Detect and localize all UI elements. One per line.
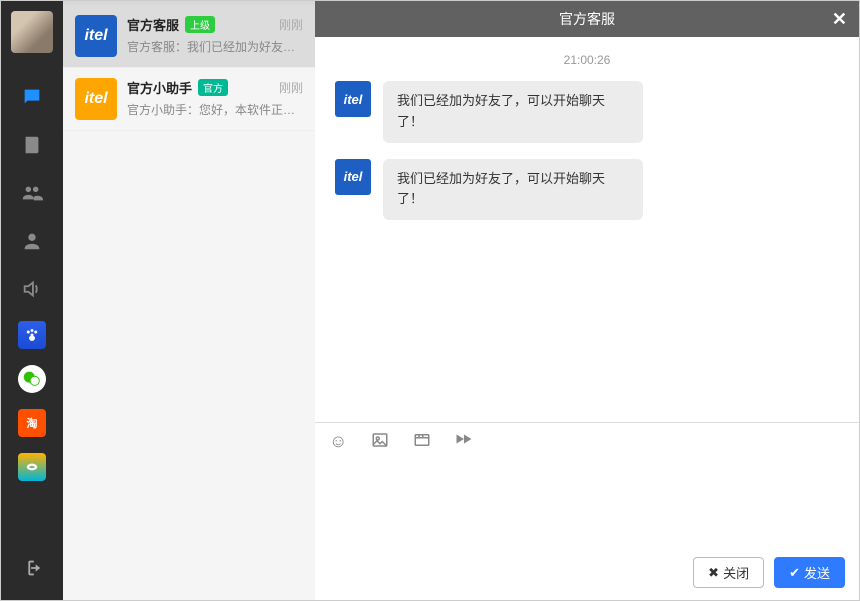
groups-icon[interactable] — [18, 179, 46, 207]
chat-message: itel 我们已经加为好友了，可以开始聊天了！ — [335, 159, 839, 221]
contact-avatar: itel — [75, 15, 117, 57]
emoji-icon[interactable]: ☺ — [329, 431, 347, 454]
chat-icon[interactable] — [18, 83, 46, 111]
input-toolbar: ☺ — [329, 431, 845, 454]
message-avatar: itel — [335, 81, 371, 117]
user-avatar[interactable] — [11, 11, 53, 53]
app-taobao-icon[interactable]: 淘 — [18, 409, 46, 437]
close-icon[interactable]: ✕ — [832, 9, 847, 30]
message-avatar: itel — [335, 159, 371, 195]
contact-name: 官方客服 — [127, 15, 179, 34]
app-baidu-icon[interactable] — [18, 321, 46, 349]
chat-panel: 官方客服 ✕ 21:00:26 itel 我们已经加为好友了，可以开始聊天了！i… — [315, 1, 859, 600]
contact-avatar: itel — [75, 78, 117, 120]
contacts-icon[interactable] — [18, 131, 46, 159]
contact-list: itel 官方客服 上级 刚刚 官方客服：我们已经加为好友了… itel 官方小… — [63, 1, 315, 600]
message-bubble: 我们已经加为好友了，可以开始聊天了！ — [383, 81, 643, 143]
message-input[interactable] — [329, 460, 845, 546]
contact-name: 官方小助手 — [127, 78, 192, 97]
file-icon[interactable] — [455, 431, 473, 454]
app-wechat-icon[interactable] — [18, 365, 46, 393]
chat-timestamp: 21:00:26 — [335, 53, 839, 67]
sound-icon[interactable] — [18, 275, 46, 303]
image-icon[interactable] — [371, 431, 389, 454]
close-button[interactable]: ✖ 关闭 — [693, 557, 764, 588]
profile-icon[interactable] — [18, 227, 46, 255]
chat-title: 官方客服 — [559, 9, 615, 29]
contact-item[interactable]: itel 官方客服 上级 刚刚 官方客服：我们已经加为好友了… — [63, 5, 315, 68]
app-other-icon[interactable] — [18, 453, 46, 481]
chat-message: itel 我们已经加为好友了，可以开始聊天了！ — [335, 81, 839, 143]
chat-footer: ✖ 关闭 ✔ 发送 — [315, 549, 859, 600]
contact-time: 刚刚 — [279, 16, 303, 33]
contact-preview: 官方客服：我们已经加为好友了… — [127, 38, 303, 55]
send-button[interactable]: ✔ 发送 — [774, 557, 845, 588]
contact-item[interactable]: itel 官方小助手 官方 刚刚 官方小助手：您好，本软件正在… — [63, 68, 315, 131]
input-area: ☺ — [315, 422, 859, 549]
contact-badge: 官方 — [198, 79, 228, 96]
logout-icon[interactable] — [18, 554, 46, 582]
chat-header: 官方客服 ✕ — [315, 1, 859, 37]
chat-body: 21:00:26 itel 我们已经加为好友了，可以开始聊天了！itel 我们已… — [315, 37, 859, 422]
contact-preview: 官方小助手：您好，本软件正在… — [127, 101, 303, 118]
video-icon[interactable] — [413, 431, 431, 454]
sidebar: 淘 — [1, 1, 63, 600]
message-bubble: 我们已经加为好友了，可以开始聊天了！ — [383, 159, 643, 221]
contact-time: 刚刚 — [279, 79, 303, 96]
contact-badge: 上级 — [185, 16, 215, 33]
